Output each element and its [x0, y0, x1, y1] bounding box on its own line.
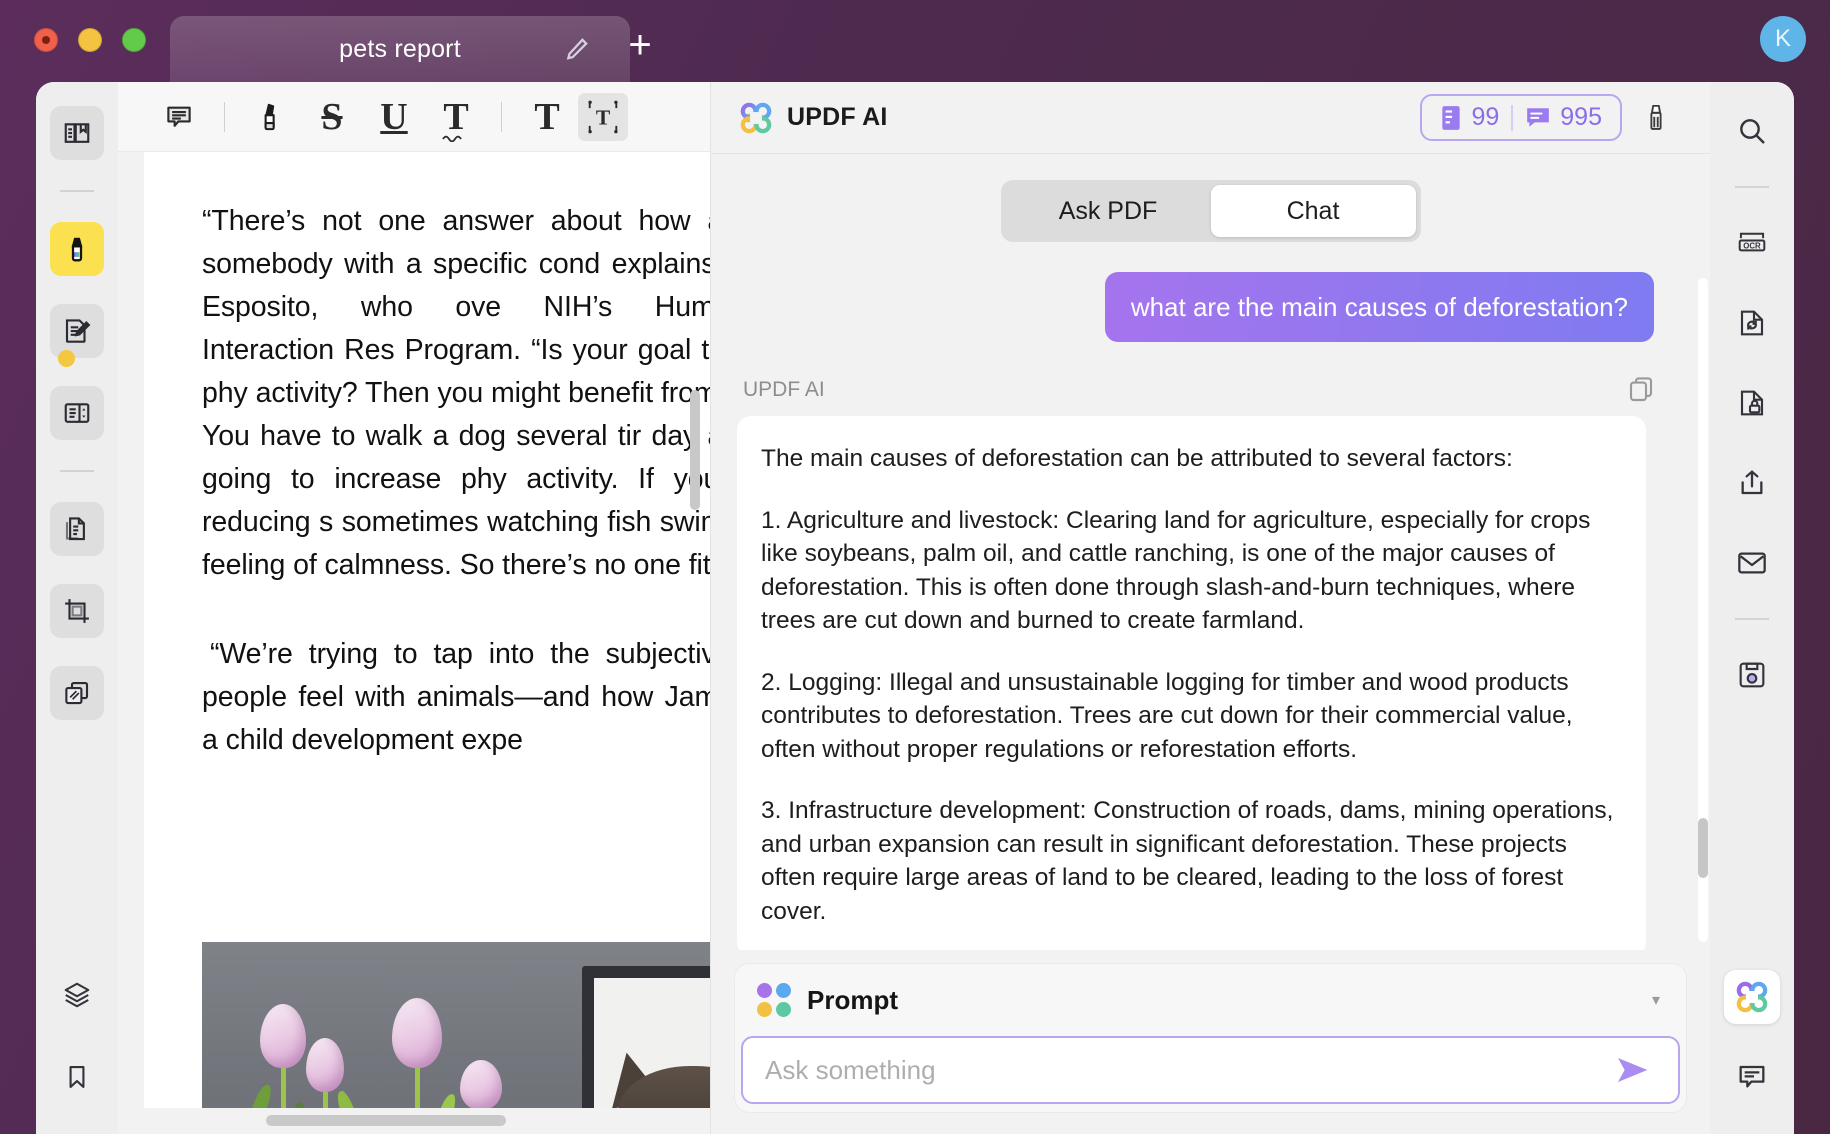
pdf-page-scroll-area[interactable]: “There’s not one answer about how a pe h…	[118, 152, 710, 1134]
underline-icon[interactable]: U	[363, 93, 425, 141]
ai-panel-header: UPDF AI 99 995	[711, 82, 1710, 154]
rail-status-dot	[58, 350, 75, 367]
comment-icon[interactable]	[148, 93, 210, 141]
tab-ask-pdf[interactable]: Ask PDF	[1006, 185, 1211, 237]
chat-scrollbar-thumb[interactable]	[1698, 818, 1708, 878]
user-message-row: what are the main causes of deforestatio…	[735, 258, 1674, 342]
comments-icon[interactable]	[1724, 1050, 1780, 1104]
pdf-vertical-scrollbar[interactable]	[690, 390, 700, 510]
sidebar-item-reader[interactable]	[50, 106, 104, 160]
sidebar-divider	[60, 190, 94, 192]
right-sidebar-divider-1	[1735, 186, 1769, 188]
document-tab[interactable]: pets report	[170, 16, 630, 82]
window-controls	[34, 28, 146, 52]
sidebar-item-convert[interactable]	[50, 502, 104, 556]
pdf-paragraph-1: “There’s not one answer about how a pe h…	[202, 205, 710, 581]
pdf-paragraph-2: “We’re trying to tap into the subjective…	[202, 638, 710, 756]
assistant-paragraph-3: 3. Infrastructure development: Construct…	[761, 797, 1614, 925]
document-credits: 99	[1440, 103, 1499, 132]
pdf-page: “There’s not one answer about how a pe h…	[144, 152, 710, 1134]
assistant-paragraph-0: The main causes of deforestation can be …	[761, 445, 1513, 472]
sidebar-item-bookmark[interactable]	[50, 1050, 104, 1104]
sidebar-divider-2	[60, 470, 94, 472]
text-box-icon[interactable]: T	[578, 92, 628, 141]
save-icon[interactable]	[1724, 648, 1780, 702]
credits-badge[interactable]: 99 995	[1420, 94, 1622, 141]
document-tab-title: pets report	[339, 34, 461, 63]
ocr-icon[interactable]: OCR	[1724, 216, 1780, 270]
maximize-window-button[interactable]	[122, 28, 146, 52]
main-content: S U T T T “There’s not one answer about …	[36, 82, 1794, 1134]
new-tab-button[interactable]: +	[618, 25, 662, 70]
toolbar-divider-2	[501, 101, 502, 132]
assistant-label-row: UPDF AI	[735, 342, 1674, 416]
highlight-icon[interactable]	[239, 93, 301, 141]
assistant-paragraph-1: 1. Agriculture and livestock: Clearing l…	[761, 506, 1591, 635]
ai-tabs-wrap: Ask PDF Chat	[711, 154, 1710, 258]
send-icon[interactable]	[1612, 1048, 1656, 1092]
pdf-horizontal-scrollbar-thumb[interactable]	[266, 1115, 506, 1126]
title-bar: pets report + K	[0, 0, 1830, 82]
user-message-bubble: what are the main causes of deforestatio…	[1104, 272, 1654, 342]
strikethrough-icon[interactable]: S	[301, 93, 363, 141]
ai-mode-tabs: Ask PDF Chat	[1000, 180, 1421, 242]
ask-input[interactable]	[765, 1054, 1612, 1086]
svg-text:OCR: OCR	[1743, 241, 1761, 250]
edit-pencil-icon[interactable]	[564, 36, 590, 62]
sidebar-item-layers[interactable]	[50, 968, 104, 1022]
updf-ai-icon[interactable]	[1724, 970, 1780, 1024]
right-sidebar-divider-2	[1735, 618, 1769, 620]
search-icon[interactable]	[1724, 104, 1780, 158]
share-icon[interactable]	[1724, 456, 1780, 510]
prompt-dots-icon	[757, 983, 791, 1017]
squiggly-underline-icon[interactable]: T	[425, 93, 487, 142]
pdf-viewer-pane: S U T T T “There’s not one answer about …	[118, 82, 710, 1134]
close-window-button[interactable]	[34, 28, 58, 52]
message-credit-icon	[1525, 106, 1551, 130]
brush-icon[interactable]	[1636, 98, 1676, 138]
credits-divider	[1511, 104, 1514, 131]
chat-scroll-area[interactable]: what are the main causes of deforestatio…	[711, 258, 1710, 950]
app-window: pets report + K S U T T T “There’s not o…	[0, 0, 1830, 1134]
prompt-area: Prompt ▾	[735, 964, 1686, 1112]
ai-panel-title: UPDF AI	[787, 103, 888, 131]
right-sidebar: OCR	[1710, 82, 1794, 1134]
updf-ai-panel: UPDF AI 99 995 Ask PDF Chat what are the…	[710, 82, 1710, 1134]
prompt-label: Prompt	[807, 984, 898, 1015]
copy-icon[interactable]	[1626, 374, 1658, 406]
chevron-down-icon[interactable]: ▾	[1652, 990, 1660, 1010]
tab-chat[interactable]: Chat	[1210, 185, 1416, 237]
avatar[interactable]: K	[1760, 16, 1806, 62]
document-credit-icon	[1440, 105, 1462, 131]
sidebar-item-organize-pages[interactable]	[50, 386, 104, 440]
ask-input-wrapper[interactable]	[741, 1036, 1680, 1104]
sidebar-item-edit-pdf[interactable]	[50, 304, 104, 358]
text-icon[interactable]: T	[516, 93, 578, 141]
sidebar-item-batch[interactable]	[50, 666, 104, 720]
document-credits-value: 99	[1471, 103, 1500, 131]
pdf-image-tulips	[202, 942, 710, 1134]
left-sidebar	[36, 82, 118, 1134]
minimize-window-button[interactable]	[78, 28, 102, 52]
sidebar-item-crop[interactable]	[50, 584, 104, 638]
assistant-label: UPDF AI	[743, 378, 825, 401]
assistant-paragraph-2: 2. Logging: Illegal and unsustainable lo…	[761, 668, 1573, 763]
updf-ai-icon	[739, 101, 773, 135]
email-icon[interactable]	[1724, 536, 1780, 590]
pdf-horizontal-scrollbar-track[interactable]	[118, 1108, 710, 1134]
svg-text:T: T	[596, 105, 611, 129]
convert-file-icon[interactable]	[1724, 296, 1780, 350]
sidebar-item-comment[interactable]	[50, 222, 104, 276]
protect-icon[interactable]	[1724, 376, 1780, 430]
prompt-selector-row[interactable]: Prompt ▾	[735, 964, 1686, 1036]
assistant-message-bubble: The main causes of deforestation can be …	[737, 416, 1646, 950]
message-credits: 995	[1525, 103, 1602, 132]
annotation-toolbar: S U T T T	[118, 82, 710, 152]
message-credits-value: 995	[1560, 103, 1602, 131]
toolbar-divider-1	[224, 101, 225, 132]
